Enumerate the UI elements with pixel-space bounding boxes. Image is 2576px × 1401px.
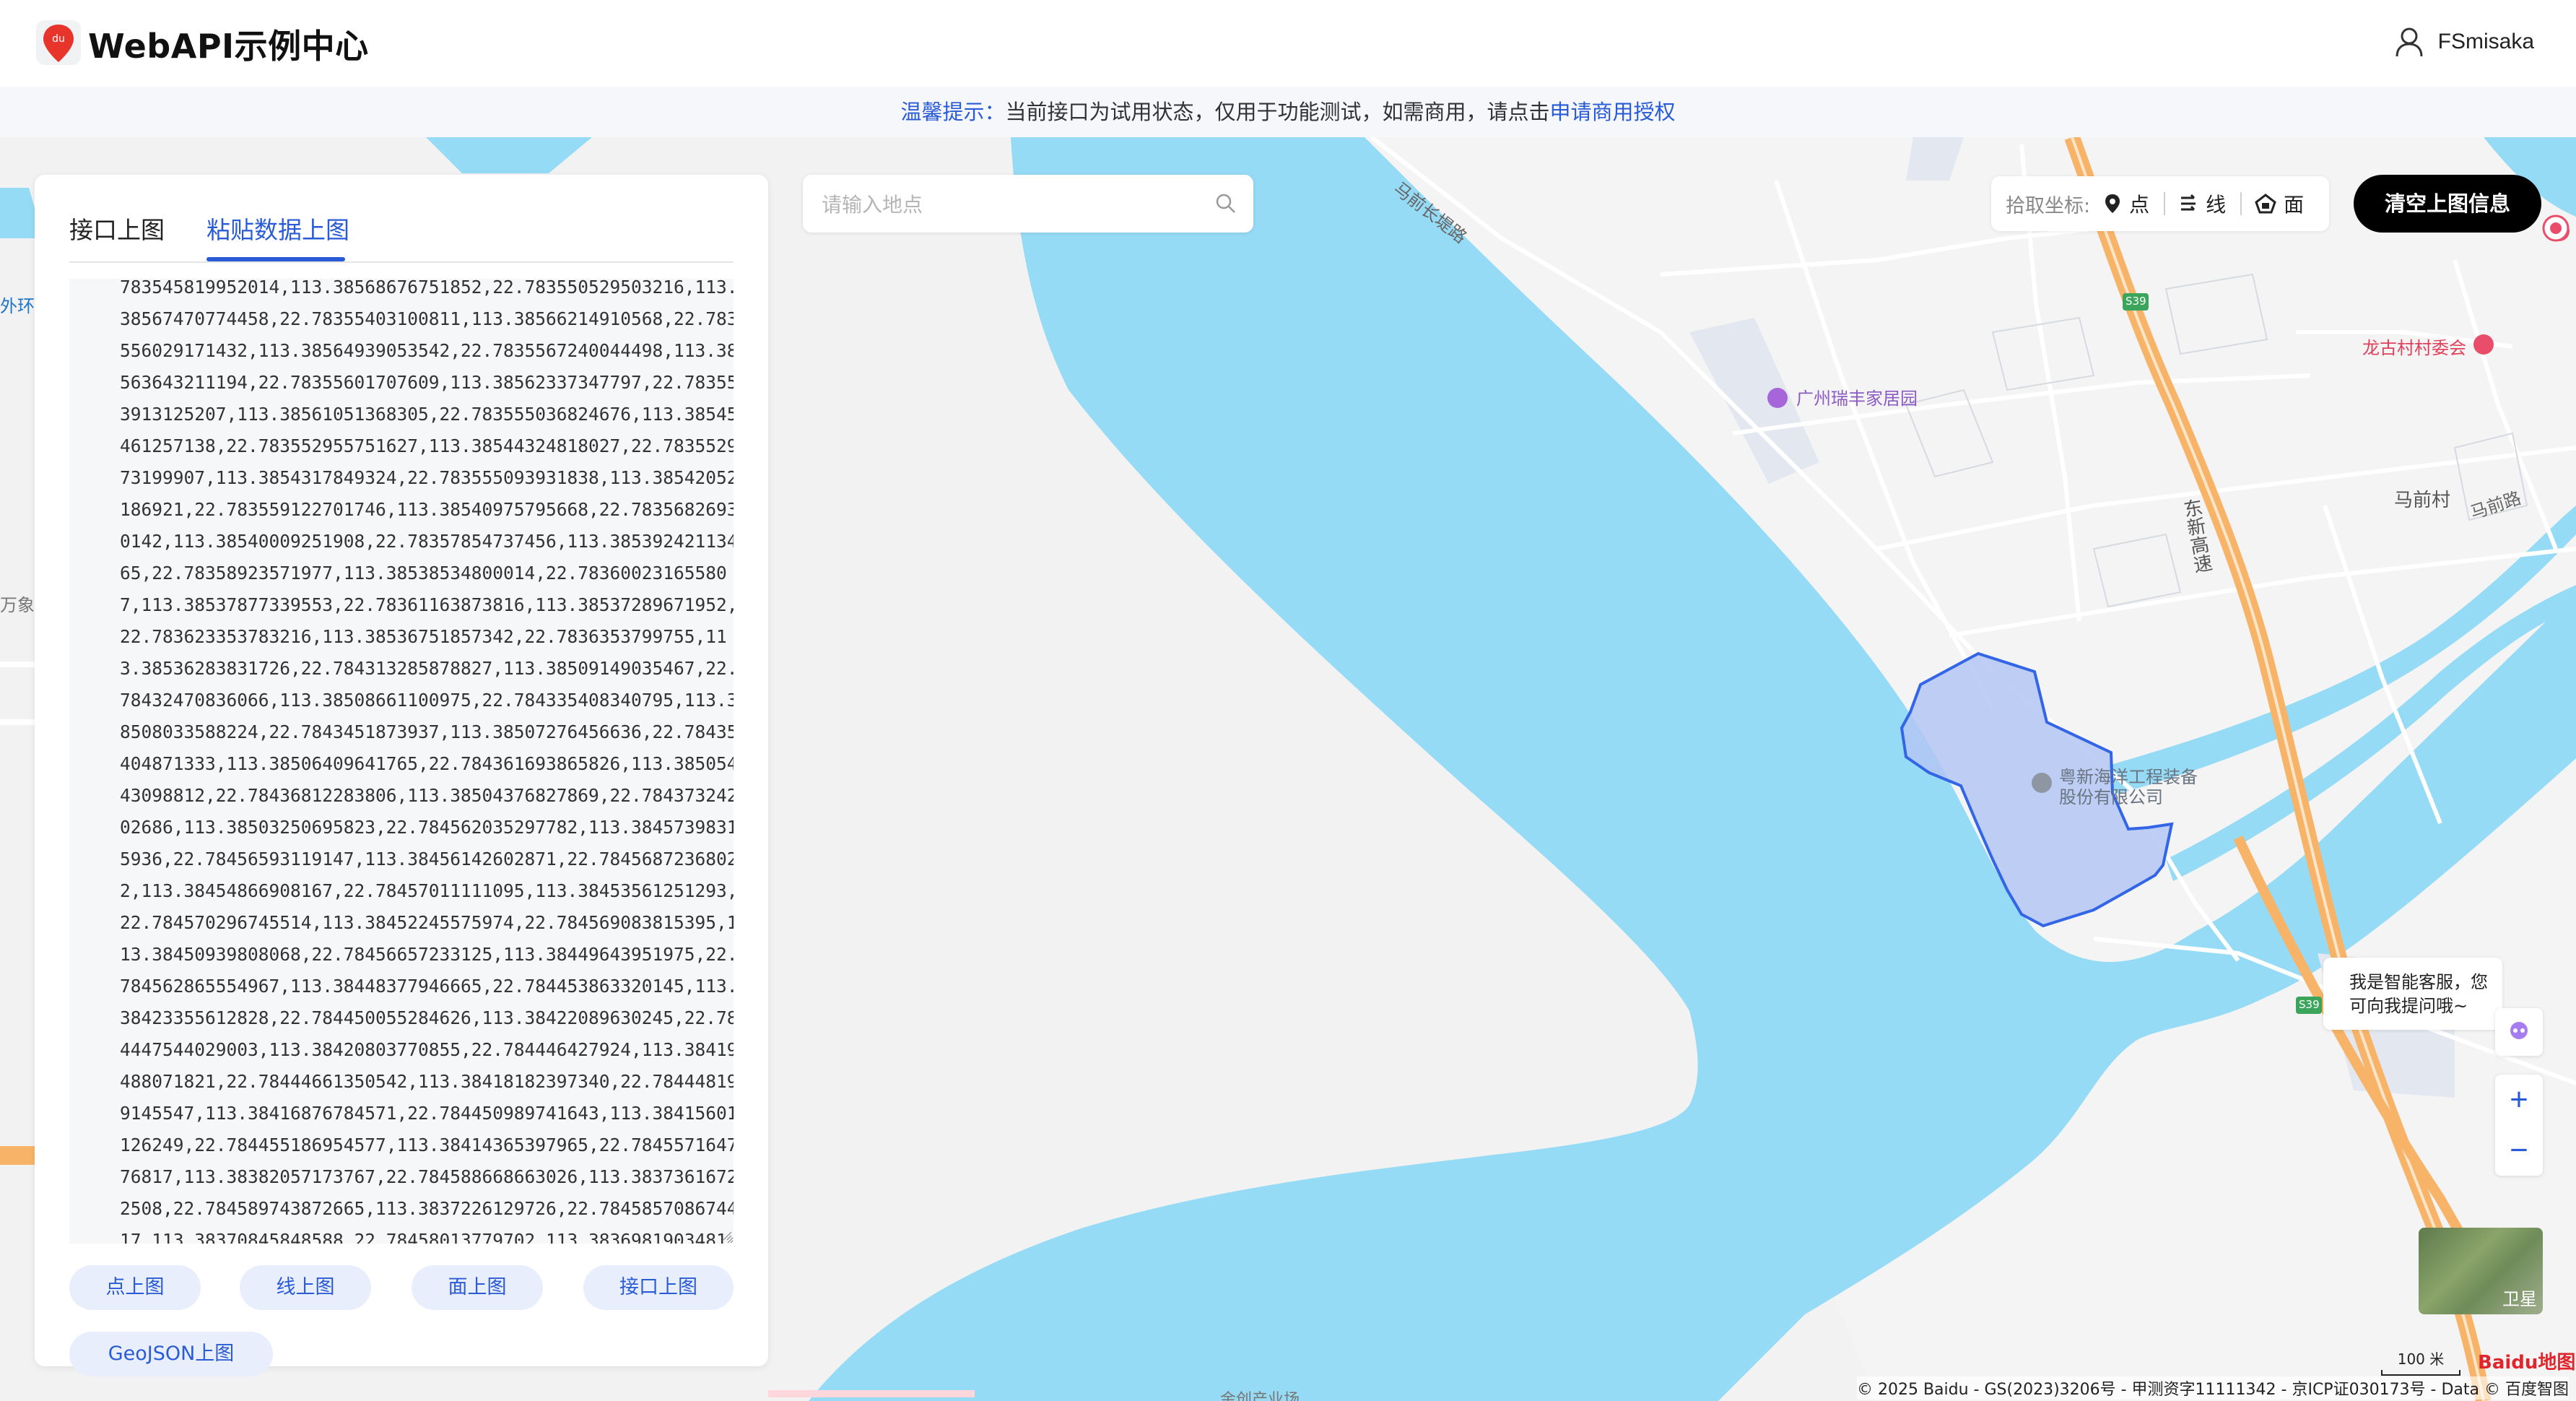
map-label-village: 马前村 <box>2394 490 2451 511</box>
notice-text: 当前接口为试用状态，仅用于功能测试，如需商用，请点击 <box>1005 100 1550 124</box>
location-marker-icon[interactable] <box>2541 214 2570 243</box>
robot-icon <box>2510 1022 2528 1039</box>
zoom-control: + − <box>2495 1075 2543 1176</box>
point-overlay-button[interactable]: 点上图 <box>69 1265 201 1310</box>
pin-icon <box>2105 194 2120 213</box>
highway-shield-s39-b: S39 <box>2299 998 2320 1011</box>
user-icon <box>2396 27 2423 57</box>
map-label-furniture: 广州瑞丰家居园 <box>1796 389 1918 409</box>
baidu-map-watermark: Baidu地图 <box>2478 1352 2576 1374</box>
assistant-line-1: 我是智能客服，您 <box>2349 972 2488 992</box>
place-search <box>803 175 1253 234</box>
user-menu[interactable]: FSmisaka <box>2395 26 2534 58</box>
logo[interactable]: du WebAPI示例中心 <box>35 19 369 69</box>
pick-line-button[interactable]: 线 <box>2178 189 2226 218</box>
assistant-bubble[interactable]: 我是智能客服，您 可向我提问哦~ <box>2323 958 2502 1030</box>
scale-bar <box>2381 1370 2460 1376</box>
map-label-bottom: 金创产业场 <box>1220 1391 1300 1401</box>
data-panel: 接口上图 粘贴数据上图 783545819952014,113.38568676… <box>35 175 768 1376</box>
brand-title: WebAPI示例中心 <box>88 27 369 66</box>
assistant-robot-button[interactable] <box>2495 1008 2543 1056</box>
pick-polygon-label: 面 <box>2284 193 2305 217</box>
picker-divider <box>2240 192 2242 215</box>
map-label-company-2: 股份有限公司 <box>2059 787 2163 807</box>
highway-shield-s39: S39 <box>2125 295 2146 308</box>
clear-overlay-button[interactable]: 清空上图信息 <box>2354 175 2541 233</box>
coordinate-picker: 拾取坐标: 点 线 面 <box>1991 176 2329 231</box>
coordinate-data-text: 783545819952014,113.38568676751852,22.78… <box>120 279 734 1244</box>
active-tab-indicator <box>206 257 345 261</box>
map-label-left-2: 万象 <box>0 595 35 615</box>
api-overlay-button[interactable]: 接口上图 <box>583 1265 734 1310</box>
geojson-overlay-button[interactable]: GeoJSON上图 <box>69 1332 273 1376</box>
pick-point-label: 点 <box>2129 193 2150 217</box>
satellite-toggle[interactable]: 卫星 <box>2419 1228 2543 1314</box>
satellite-label: 卫星 <box>2502 1289 2537 1309</box>
tab-paste-data-overlay[interactable]: 粘贴数据上图 <box>206 211 349 246</box>
pick-polygon-button[interactable]: 面 <box>2255 189 2304 218</box>
svg-text:du: du <box>52 33 65 45</box>
picker-label: 拾取坐标: <box>2006 194 2091 217</box>
search-icon[interactable] <box>1214 192 1237 215</box>
panel-tabs: 接口上图 粘贴数据上图 <box>69 192 734 263</box>
top-header: du WebAPI示例中心 FSmisaka <box>0 0 2576 87</box>
baidu-map-logo-icon: du <box>36 20 81 65</box>
pick-point-button[interactable]: 点 <box>2103 189 2149 218</box>
polyline-icon <box>2181 194 2196 211</box>
pick-line-label: 线 <box>2206 193 2227 217</box>
map-copyright: © 2025 Baidu - GS(2023)3206号 - 甲测资字11111… <box>1856 1376 2569 1400</box>
map-scale: 100 米 <box>2381 1348 2460 1376</box>
polygon-overlay-button[interactable]: 面上图 <box>412 1265 543 1310</box>
notice-bar: 温馨提示：当前接口为试用状态，仅用于功能测试，如需商用，请点击申请商用授权 <box>0 87 2576 137</box>
resize-grip-icon[interactable] <box>722 1231 732 1241</box>
polygon-icon <box>2255 194 2276 214</box>
scale-label: 100 米 <box>2397 1350 2445 1368</box>
assistant-line-2: 可向我提问哦~ <box>2349 996 2468 1016</box>
map-label-village-committee: 龙古村村委会 <box>2362 338 2466 358</box>
user-name: FSmisaka <box>2437 30 2534 53</box>
line-overlay-button[interactable]: 线上图 <box>240 1265 371 1310</box>
tab-api-overlay[interactable]: 接口上图 <box>69 211 165 246</box>
picker-divider <box>2164 192 2166 215</box>
apply-license-link[interactable]: 申请商用授权 <box>1550 100 1676 124</box>
zoom-in-button[interactable]: + <box>2495 1075 2543 1125</box>
zoom-out-button[interactable]: − <box>2495 1125 2543 1176</box>
notice-label: 温馨提示： <box>900 100 1006 124</box>
coordinate-data-textarea[interactable]: 783545819952014,113.38568676751852,22.78… <box>69 279 734 1244</box>
search-input[interactable] <box>820 175 1198 234</box>
